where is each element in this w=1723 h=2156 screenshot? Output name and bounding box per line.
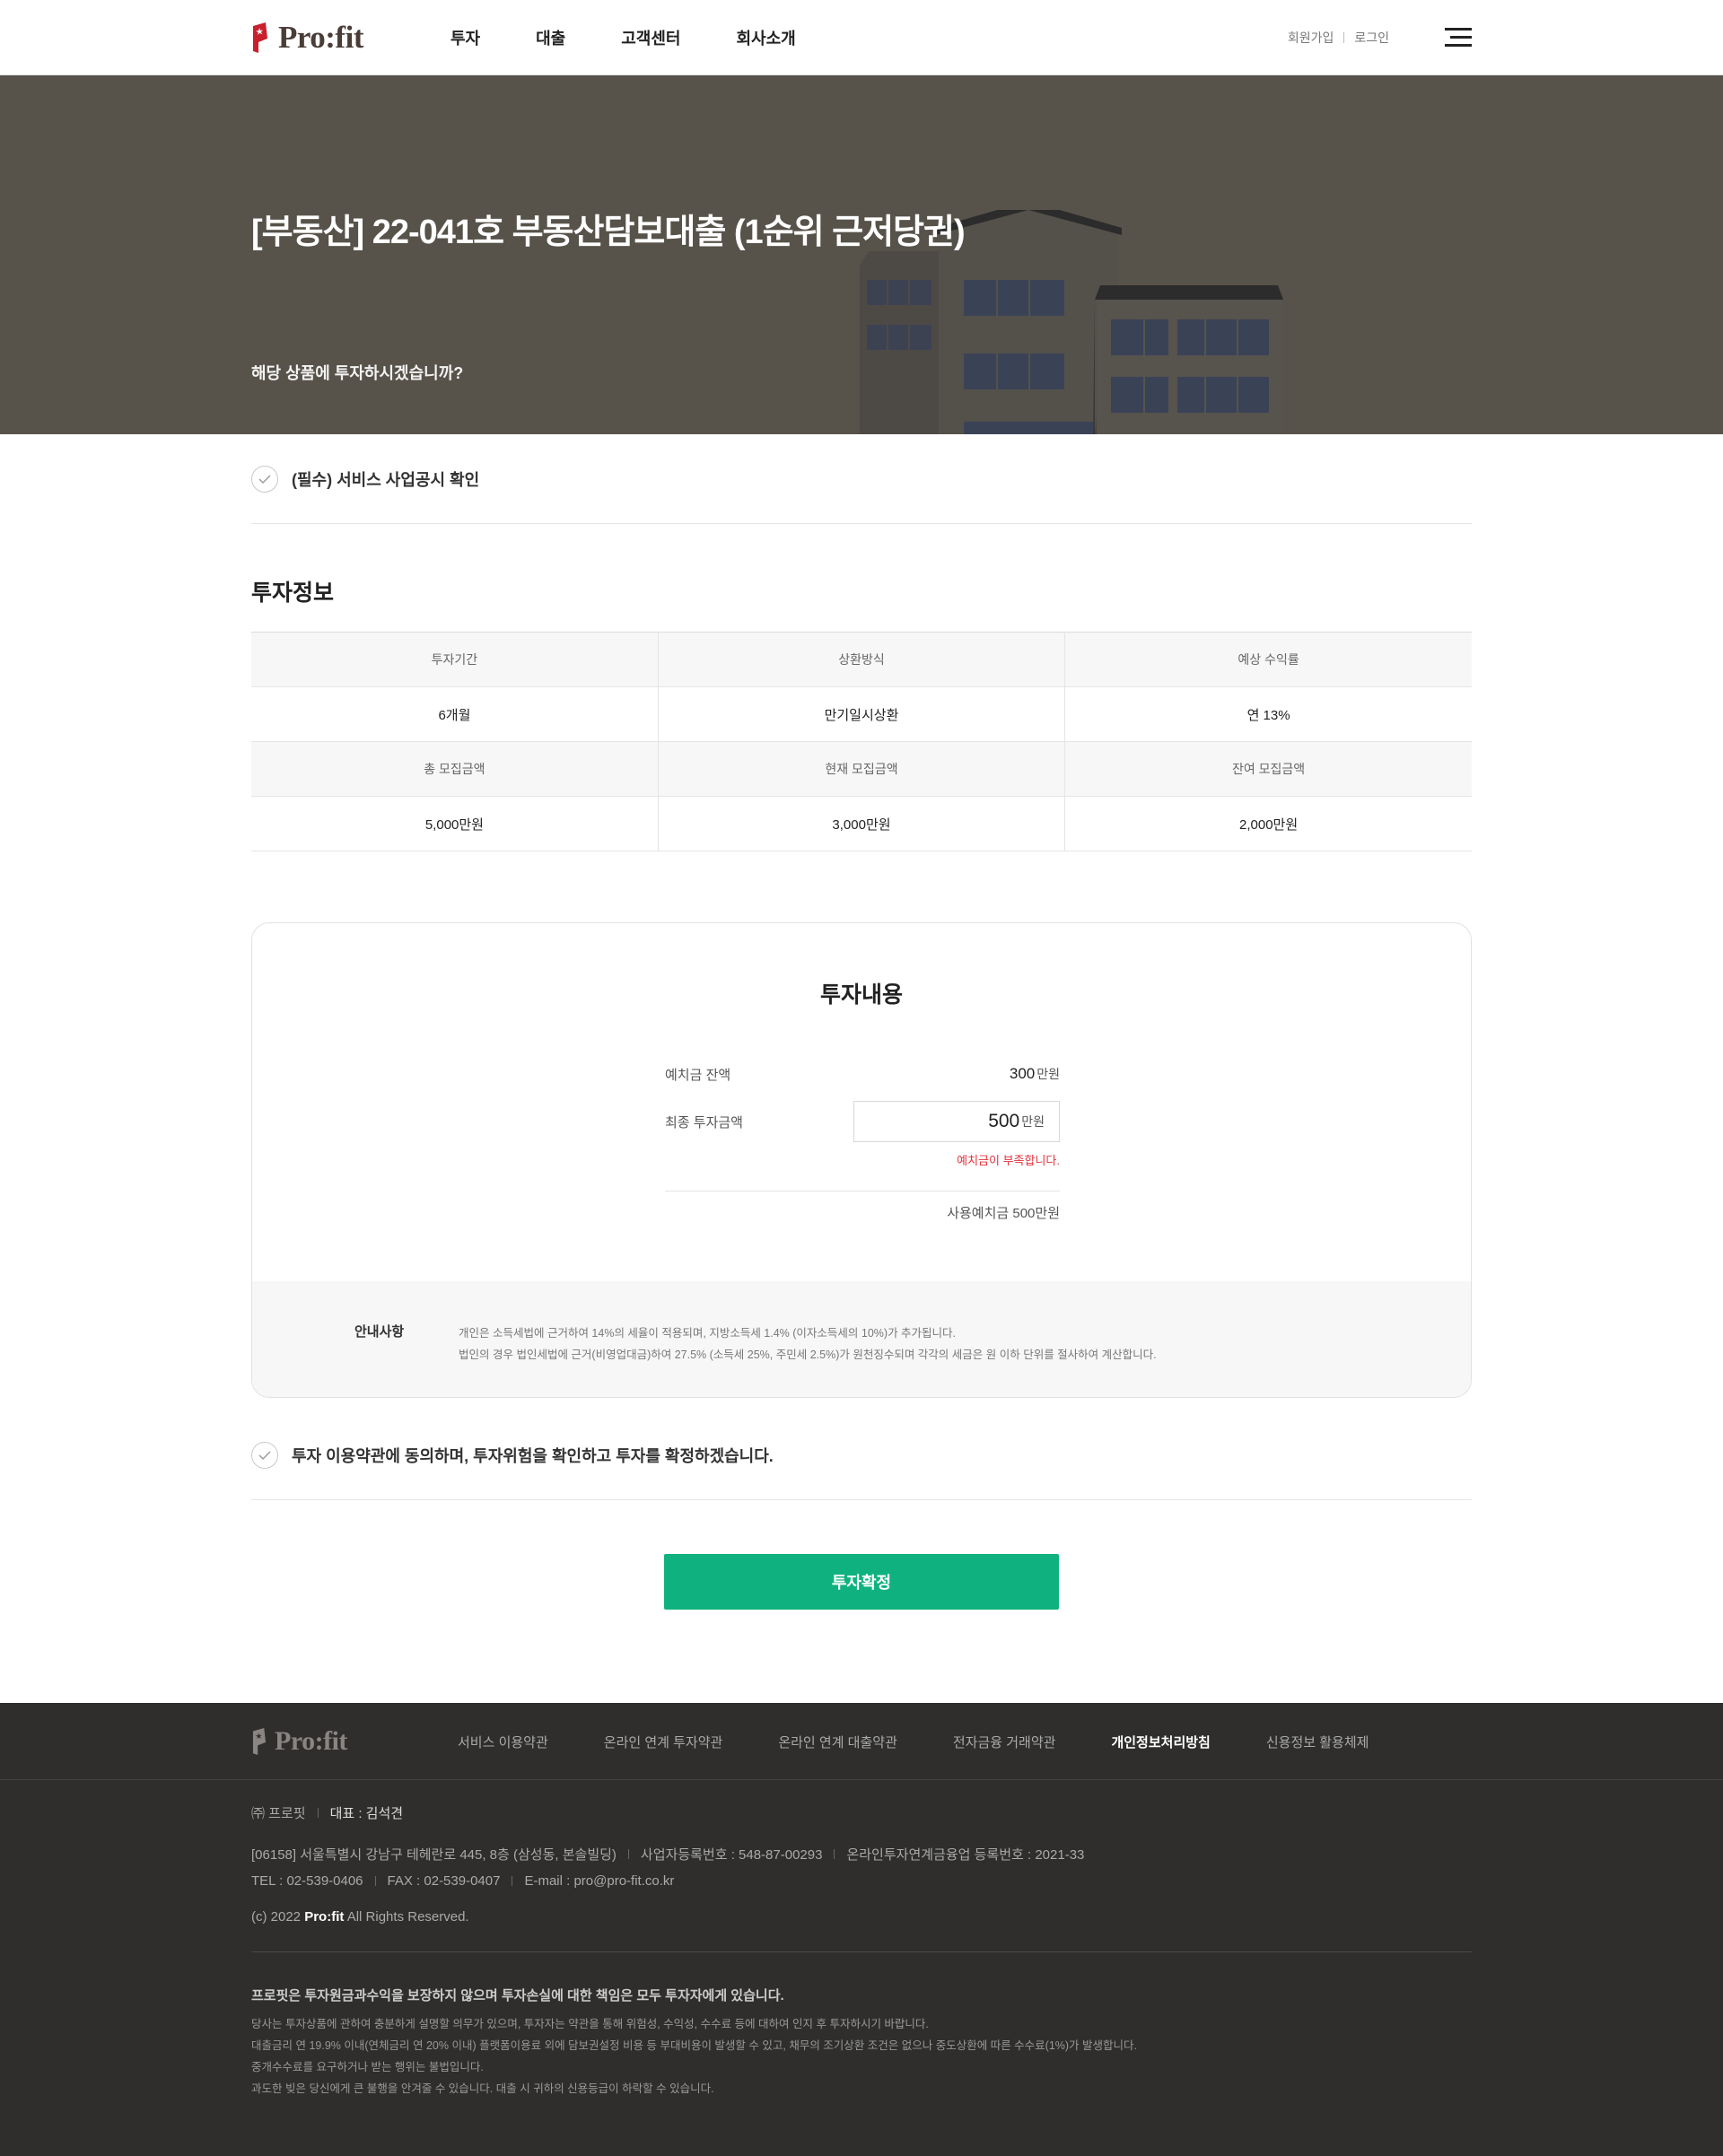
footer-links: 서비스 이용약관 온라인 연계 투자약관 온라인 연계 대출약관 전자금융 거래…	[458, 1733, 1424, 1751]
footer-divider	[834, 1848, 835, 1859]
p2p-registration-number: 온라인투자연계금융업 등록번호 : 2021-33	[846, 1846, 1085, 1863]
logo-mark-icon	[253, 22, 267, 53]
footer-logo[interactable]: Pro:fit	[251, 1726, 458, 1757]
business-number: 사업자등록번호 : 548-87-00293	[640, 1846, 823, 1863]
warning-line: 대출금리 연 19.9% 이내(연체금리 연 20% 이내) 플랫폼이용료 외에…	[251, 2039, 1138, 2052]
copyright: (c) 2022 Pro:fit All Rights Reserved.	[251, 1909, 469, 1925]
site-header: Pro:fit 투자 대출 고객센터 회사소개 회원가입 로그인	[0, 0, 1723, 75]
warning-line: 당사는 투자상품에 관하여 충분하게 설명할 의무가 있으며, 투자자는 약관을…	[251, 2018, 929, 2030]
confirm-invest-button[interactable]: 투자확정	[664, 1554, 1059, 1610]
nav-item-invest[interactable]: 투자	[450, 26, 480, 49]
table-cell: 6개월	[251, 686, 659, 742]
table-header: 잔여 모집금액	[1064, 741, 1472, 797]
tel-number: TEL : 02-539-0406	[251, 1872, 363, 1889]
table-header: 예상 수익률	[1064, 632, 1472, 687]
final-amount-label: 최종 투자금액	[665, 1114, 743, 1130]
table-cell: 5,000만원	[251, 796, 659, 851]
util-divider	[1343, 32, 1345, 43]
invest-info-title: 투자정보	[251, 580, 335, 606]
notice-line: 법인의 경우 법인세법에 근거(비영업대금)하여 27.5% (소득세 25%,…	[459, 1349, 1157, 1361]
notice-check-row[interactable]: (필수) 서비스 사업공시 확인	[251, 434, 1472, 524]
footer-divider	[627, 1848, 629, 1859]
table-cell: 3,000만원	[658, 796, 1066, 851]
footer-link-privacy-policy[interactable]: 개인정보처리방침	[1111, 1733, 1210, 1751]
footer-link-credit-info[interactable]: 신용정보 활용체제	[1266, 1733, 1369, 1751]
table-cell: 연 13%	[1064, 686, 1472, 742]
site-footer: Pro:fit 서비스 이용약관 온라인 연계 투자약관 온라인 연계 대출약관…	[0, 1703, 1723, 2156]
warning-text: 당사는 투자상품에 관하여 충분하게 설명할 의무가 있으며, 투자자는 약관을…	[251, 2013, 1472, 2099]
footer-divider	[374, 1875, 376, 1886]
table-header: 총 모집금액	[251, 741, 659, 797]
ceo-name: 대표 : 김석견	[329, 1805, 404, 1821]
notice-panel: 안내사항 개인은 소득세법에 근거하여 14%의 세율이 적용되며, 지방소득세…	[252, 1281, 1471, 1397]
nav-item-loan[interactable]: 대출	[536, 26, 565, 49]
logo[interactable]: Pro:fit	[251, 20, 458, 56]
invest-content-title: 투자내용	[819, 982, 903, 1008]
deposit-balance-label: 예치금 잔액	[665, 1067, 731, 1083]
fax-number: FAX : 02-539-0407	[387, 1872, 501, 1889]
footer-divider-line	[251, 1951, 1472, 1952]
email-address: E-mail : pro@pro-fit.co.kr	[524, 1872, 675, 1889]
util-links: 회원가입 로그인	[1288, 29, 1389, 47]
product-title: [부동산] 22-041호 부동산담보대출 (1순위 근저당권)	[251, 214, 966, 251]
table-cell: 만기일시상환	[658, 686, 1066, 742]
footer-divider	[317, 1807, 319, 1818]
warning-line: 과도한 빚은 당신에게 큰 불행을 안겨줄 수 있습니다. 대출 시 귀하의 신…	[251, 2082, 714, 2095]
notice-line: 개인은 소득세법에 근거하여 14%의 세율이 적용되며, 지방소득세 1.4%…	[459, 1327, 957, 1340]
agree-check-row[interactable]: 투자 이용약관에 동의하며, 투자위험을 확인하고 투자를 확정하겠습니다.	[251, 1410, 1472, 1500]
notice-text: 개인은 소득세법에 근거하여 14%의 세율이 적용되며, 지방소득세 1.4%…	[459, 1322, 1157, 1366]
table-header: 투자기간	[251, 632, 659, 687]
warning-line: 중개수수료를 요구하거나 받는 행위는 불법입니다.	[251, 2061, 484, 2073]
join-link[interactable]: 회원가입	[1288, 29, 1334, 47]
invest-content-box: 투자내용 예치금 잔액 300 만원 최종 투자금액 500 만원 예치금이 부족합…	[251, 922, 1472, 1398]
check-icon[interactable]	[251, 465, 278, 493]
main-nav: 투자 대출 고객센터 회사소개	[450, 26, 796, 49]
hamburger-menu-icon[interactable]	[1445, 28, 1472, 48]
footer-logo-mark-icon	[252, 1728, 267, 1755]
footer-link-service-terms[interactable]: 서비스 이용약관	[458, 1733, 548, 1751]
hero-banner: [부동산] 22-041호 부동산담보대출 (1순위 근저당권) 해당 상품에 …	[0, 75, 1723, 434]
invest-info-table: 투자기간 상환방식 예상 수익률 6개월 만기일시상환 연 13% 총 모집금액…	[251, 632, 1472, 851]
company-name: ㈜ 프로핏	[251, 1805, 306, 1821]
nav-item-company[interactable]: 회사소개	[737, 26, 796, 49]
hero-subtitle: 해당 상품에 투자하시겠습니까?	[251, 364, 464, 382]
used-deposit-text: 사용예치금 500만원	[947, 1206, 1060, 1221]
notice-check-label: (필수) 서비스 사업공시 확인	[292, 470, 480, 489]
notice-title: 안내사항	[354, 1324, 405, 1340]
footer-logo-text: Pro:fit	[275, 1726, 347, 1756]
warning-title: 프로핏은 투자원금과수익을 보장하지 않으며 투자손실에 대한 책임은 모두 투…	[251, 1988, 784, 2003]
login-link[interactable]: 로그인	[1354, 29, 1389, 47]
footer-link-loan-terms[interactable]: 온라인 연계 대출약관	[778, 1733, 897, 1751]
error-message: 예치금이 부족합니다.	[957, 1154, 1060, 1167]
company-address: [06158] 서울특별시 강남구 테헤란로 445, 8층 (삼성동, 본솔빌…	[251, 1846, 617, 1863]
deposit-balance-value: 300 만원	[1009, 1065, 1060, 1082]
footer-link-invest-terms[interactable]: 온라인 연계 투자약관	[604, 1733, 723, 1751]
invest-form: 예치금 잔액 300 만원 최종 투자금액 500 만원 예치금이 부족합니다. 사…	[665, 1063, 1060, 1222]
logo-text: Pro:fit	[278, 20, 363, 55]
table-cell: 2,000만원	[1064, 796, 1472, 851]
check-icon[interactable]	[251, 1441, 278, 1469]
final-amount-input[interactable]: 500 만원	[853, 1101, 1060, 1142]
table-header: 상환방식	[658, 632, 1066, 687]
agree-label: 투자 이용약관에 동의하며, 투자위험을 확인하고 투자를 확정하겠습니다.	[292, 1446, 774, 1465]
table-header: 현재 모집금액	[658, 741, 1066, 797]
footer-link-e-finance-terms[interactable]: 전자금융 거래약관	[953, 1733, 1056, 1751]
nav-item-customer-center[interactable]: 고객센터	[621, 26, 680, 49]
main-content: (필수) 서비스 사업공시 확인 투자정보 투자기간 상환방식 예상 수익률 6…	[251, 434, 1472, 1610]
